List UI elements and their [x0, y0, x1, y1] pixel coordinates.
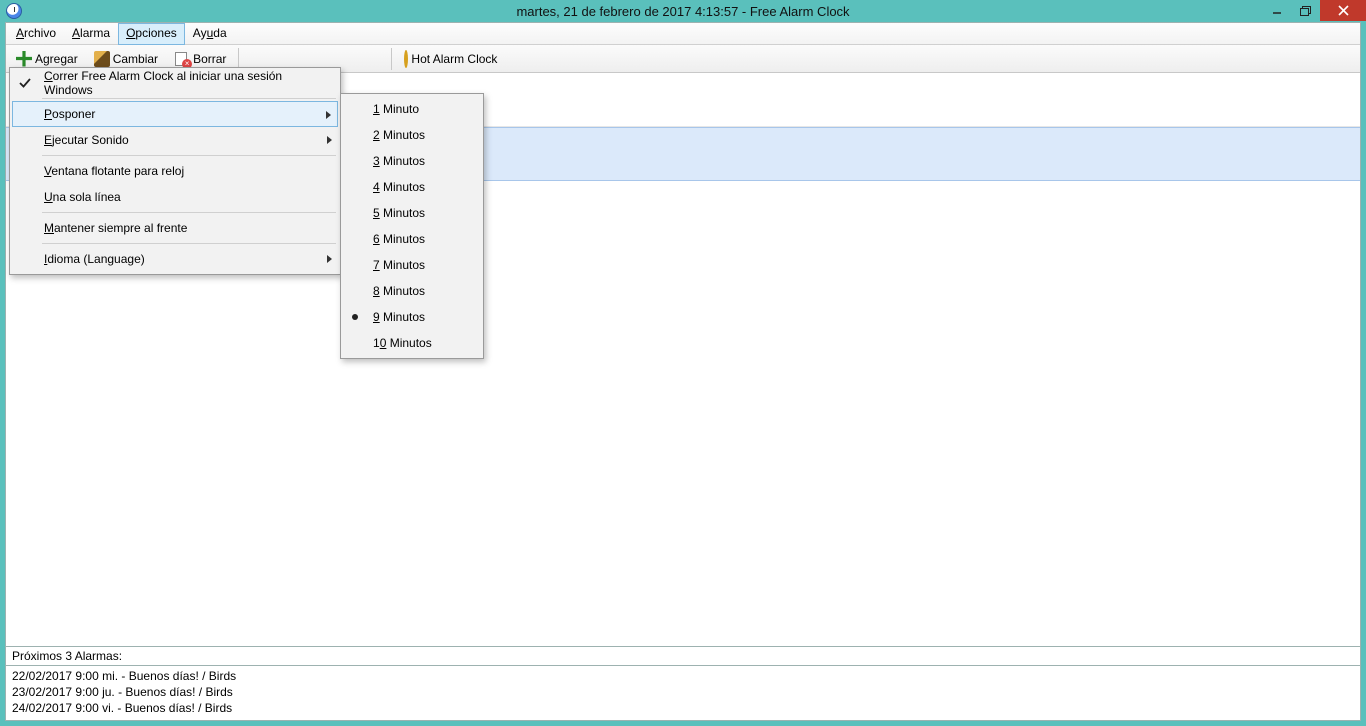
menu-opciones[interactable]: Opciones [118, 23, 185, 45]
option-run-on-startup[interactable]: Correr Free Alarm Clock al iniciar una s… [12, 70, 338, 96]
status-line: 22/02/2017 9:00 mi. - Buenos días! / Bir… [12, 668, 1354, 684]
menu-separator [42, 155, 336, 156]
toolbar-agregar-label: Agregar [35, 52, 78, 66]
pencil-icon [94, 51, 110, 67]
snooze-1min[interactable]: 1 Minuto [343, 96, 481, 122]
client-area: Archivo Alarma Opciones Ayuda Agregar Ca… [5, 22, 1361, 721]
menu-alarma[interactable]: Alarma [64, 23, 118, 45]
delete-icon: × [174, 51, 190, 67]
status-panel: Próximos 3 Alarmas: 22/02/2017 9:00 mi. … [6, 646, 1360, 720]
snooze-10min[interactable]: 10 Minutos [343, 330, 481, 356]
snooze-9min[interactable]: 9 Minutos [343, 304, 481, 330]
menu-ayuda[interactable]: Ayuda [185, 23, 235, 45]
toolbar-divider [391, 48, 392, 70]
option-una-sola-linea[interactable]: Una sola línea [12, 184, 338, 210]
option-ejecutar-sonido[interactable]: Ejecutar Sonido [12, 127, 338, 153]
options-menu: Correr Free Alarm Clock al iniciar una s… [9, 67, 341, 275]
status-lines: 22/02/2017 9:00 mi. - Buenos días! / Bir… [6, 666, 1360, 720]
menu-separator [42, 243, 336, 244]
clock-icon [404, 52, 408, 66]
snooze-2min[interactable]: 2 Minutos [343, 122, 481, 148]
menu-archivo[interactable]: Archivo [8, 23, 64, 45]
menubar: Archivo Alarma Opciones Ayuda [6, 23, 1360, 45]
snooze-submenu: 1 Minuto 2 Minutos 3 Minutos 4 Minutos 5… [340, 93, 484, 359]
app-icon [6, 3, 22, 19]
snooze-3min[interactable]: 3 Minutos [343, 148, 481, 174]
toolbar-hotalarmclock[interactable]: Hot Alarm Clock [398, 47, 503, 71]
close-button[interactable] [1320, 0, 1366, 21]
chevron-right-icon [327, 136, 332, 144]
maximize-button[interactable] [1292, 0, 1320, 21]
minimize-button[interactable] [1262, 0, 1292, 21]
option-mantener-frente[interactable]: Mantener siempre al frente [12, 215, 338, 241]
titlebar: martes, 21 de febrero de 2017 4:13:57 - … [0, 0, 1366, 22]
chevron-right-icon [326, 111, 331, 119]
radio-dot-icon [352, 314, 358, 320]
snooze-8min[interactable]: 8 Minutos [343, 278, 481, 304]
menu-separator [42, 98, 336, 99]
option-posponer[interactable]: Posponer [12, 101, 338, 127]
toolbar-borrar-label: Borrar [193, 52, 226, 66]
snooze-7min[interactable]: 7 Minutos [343, 252, 481, 278]
menu-separator [42, 212, 336, 213]
status-header: Próximos 3 Alarmas: [6, 647, 1360, 666]
toolbar-hotalarm-label: Hot Alarm Clock [411, 52, 497, 66]
snooze-6min[interactable]: 6 Minutos [343, 226, 481, 252]
status-line: 24/02/2017 9:00 vi. - Buenos días! / Bir… [12, 700, 1354, 716]
plus-icon [16, 51, 32, 67]
window-title: martes, 21 de febrero de 2017 4:13:57 - … [516, 4, 849, 19]
window-controls [1262, 0, 1366, 21]
check-icon [18, 76, 32, 90]
option-idioma[interactable]: Idioma (Language) [12, 246, 338, 272]
toolbar-cambiar-label: Cambiar [113, 52, 158, 66]
status-line: 23/02/2017 9:00 ju. - Buenos días! / Bir… [12, 684, 1354, 700]
option-ventana-flotante[interactable]: Ventana flotante para reloj [12, 158, 338, 184]
snooze-4min[interactable]: 4 Minutos [343, 174, 481, 200]
snooze-5min[interactable]: 5 Minutos [343, 200, 481, 226]
chevron-right-icon [327, 255, 332, 263]
